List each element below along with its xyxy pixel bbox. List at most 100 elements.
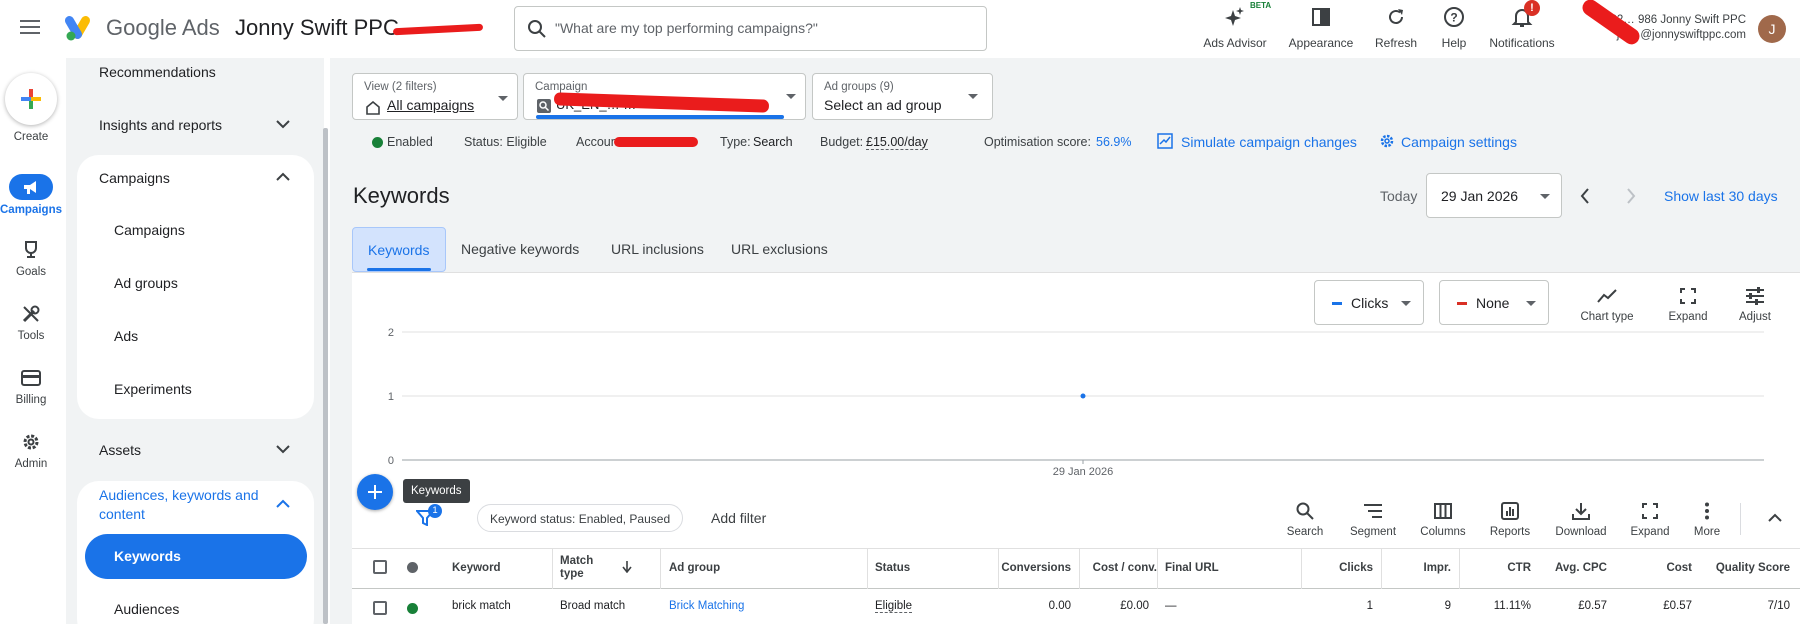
sidebar-item-audiences-section[interactable]: Audiences, keywords and content	[99, 486, 269, 524]
help-icon: ?	[1426, 4, 1482, 30]
col-match-type-line-1[interactable]: Match	[560, 555, 593, 567]
sidebar-item-recommendations[interactable]: Recommendations	[99, 64, 216, 80]
tab-url-inclusions[interactable]: URL inclusions	[611, 227, 704, 272]
y-tick-label: 2	[388, 327, 394, 339]
cell-keyword[interactable]: brick match	[452, 600, 511, 612]
sort-arrow-down-icon[interactable]	[622, 561, 632, 573]
date-picker[interactable]: 29 Jan 2026	[1426, 173, 1562, 218]
sidebar-item-experiments[interactable]: Experiments	[114, 381, 192, 397]
sidebar-scrollbar[interactable]	[323, 128, 328, 624]
home-icon	[366, 101, 380, 115]
reports-icon	[1482, 499, 1538, 523]
rail-billing[interactable]: Billing	[0, 366, 62, 406]
sidebar-item-ads[interactable]: Ads	[114, 328, 138, 344]
refresh-button[interactable]: Refresh	[1366, 4, 1426, 50]
y-tick-label: 1	[388, 391, 394, 403]
eligibility-status: Status: Eligible	[464, 135, 547, 149]
ad-group-selector[interactable]: Ad groups (9) Select an ad group	[812, 73, 993, 120]
chart-trend-icon	[1157, 133, 1173, 149]
col-match-type-line-2[interactable]: type	[560, 568, 584, 580]
chart-expand-button[interactable]: Expand	[1658, 284, 1718, 323]
col-cost[interactable]: Cost	[1630, 562, 1692, 574]
sidebar-item-audiences[interactable]: Audiences	[114, 601, 179, 617]
rail-goals[interactable]: Goals	[0, 238, 62, 278]
select-all-checkbox[interactable]	[373, 560, 387, 574]
col-avg-cpc[interactable]: Avg. CPC	[1540, 562, 1607, 574]
sidebar-item-assets[interactable]: Assets	[99, 442, 141, 458]
tab-url-exclusions[interactable]: URL exclusions	[731, 227, 828, 272]
filter-chip[interactable]: Keyword status: Enabled, Paused	[477, 504, 683, 532]
col-ad-group[interactable]: Ad group	[669, 562, 720, 574]
table-expand-button[interactable]: Expand	[1622, 499, 1678, 538]
col-conversions[interactable]: Conversions	[1000, 562, 1071, 574]
col-clicks[interactable]: Clicks	[1320, 562, 1373, 574]
simulate-campaign-changes-link[interactable]: Simulate campaign changes	[1181, 134, 1357, 150]
cell-status[interactable]: Eligible	[875, 600, 913, 613]
expand-icon	[1622, 499, 1678, 523]
chevron-up-icon[interactable]	[276, 172, 290, 182]
collapse-chevron-icon[interactable]	[1768, 513, 1782, 523]
table-search-button[interactable]: Search	[1280, 499, 1330, 538]
col-cost-per-conv[interactable]: Cost / conv.	[1082, 562, 1157, 574]
campaign-selector[interactable]: Campaign UK_EN_… …	[523, 73, 806, 120]
segment-button[interactable]: Segment	[1343, 499, 1403, 538]
hamburger-menu-icon[interactable]	[20, 19, 40, 35]
sidebar-item-campaigns[interactable]: Campaigns	[114, 222, 185, 238]
col-keyword[interactable]: Keyword	[452, 562, 501, 574]
metric-2-selector[interactable]: None	[1439, 280, 1549, 325]
appearance-button[interactable]: Appearance	[1282, 4, 1360, 50]
chart-type-button[interactable]: Chart type	[1574, 284, 1640, 323]
tab-negative-keywords[interactable]: Negative keywords	[461, 227, 579, 272]
y-tick-label: 0	[388, 455, 394, 467]
col-impressions[interactable]: Impr.	[1393, 562, 1451, 574]
reports-button[interactable]: Reports	[1482, 499, 1538, 538]
budget-value[interactable]: £15.00/day	[866, 135, 928, 150]
notifications-button[interactable]: Notifications	[1482, 4, 1562, 50]
chevron-up-icon[interactable]	[276, 499, 290, 509]
cell-cost-per-conv: £0.00	[1120, 600, 1149, 612]
show-last-30-days-link[interactable]: Show last 30 days	[1664, 188, 1778, 204]
create-button[interactable]	[5, 73, 57, 125]
chevron-right-icon[interactable]	[1626, 188, 1636, 204]
columns-button[interactable]: Columns	[1413, 499, 1473, 538]
sidebar-item-keywords-active[interactable]: Keywords	[85, 534, 307, 579]
top-bar: Google Ads Jonny Swift PPC "What are my …	[0, 0, 1800, 58]
optimisation-value[interactable]: 56.9%	[1096, 135, 1131, 149]
google-ads-wordmark: Google Ads	[106, 15, 220, 41]
add-filter-button[interactable]: Add filter	[711, 510, 766, 526]
line-chart-icon	[1574, 284, 1640, 308]
cell-ad-group[interactable]: Brick Matching	[669, 600, 744, 612]
rail-admin[interactable]: Admin	[0, 430, 62, 470]
avatar[interactable]: J	[1758, 15, 1786, 43]
metric-1-swatch	[1332, 302, 1342, 305]
ad-group-selector-label: Ad groups (9)	[824, 81, 894, 93]
ads-advisor-button[interactable]: Ads Advisor	[1196, 4, 1274, 50]
redaction-mark	[392, 23, 484, 36]
sidebar-item-ad-groups[interactable]: Ad groups	[114, 275, 178, 291]
search-bar[interactable]: "What are my top performing campaigns?"	[514, 6, 987, 51]
row-checkbox[interactable]	[373, 601, 387, 615]
add-keyword-fab[interactable]	[357, 474, 393, 510]
chevron-left-icon[interactable]	[1580, 188, 1590, 204]
campaign-settings-link[interactable]: Campaign settings	[1401, 134, 1517, 150]
col-final-url[interactable]: Final URL	[1165, 562, 1219, 574]
tab-keywords[interactable]: Keywords	[352, 227, 446, 272]
cell-final-url: —	[1165, 600, 1177, 612]
view-selector[interactable]: View (2 filters) All campaigns	[352, 73, 518, 120]
col-ctr[interactable]: CTR	[1470, 562, 1531, 574]
metric-1-selector[interactable]: Clicks	[1314, 280, 1424, 325]
rail-campaigns[interactable]: Campaigns	[0, 174, 62, 216]
sidebar-campaigns-group	[77, 155, 314, 419]
chart-adjust-button[interactable]: Adjust	[1728, 284, 1782, 323]
more-button[interactable]: More	[1684, 499, 1730, 538]
col-quality-score[interactable]: Quality Score	[1698, 562, 1790, 574]
col-status[interactable]: Status	[875, 562, 910, 574]
chevron-down-icon[interactable]	[276, 119, 290, 129]
sidebar-item-insights[interactable]: Insights and reports	[99, 117, 222, 133]
download-button[interactable]: Download	[1547, 499, 1615, 538]
chevron-down-icon[interactable]	[276, 444, 290, 454]
help-button[interactable]: ? Help	[1426, 4, 1482, 50]
sidebar-item-campaigns-section[interactable]: Campaigns	[99, 170, 170, 186]
rail-tools[interactable]: Tools	[0, 302, 62, 342]
account-name[interactable]: Jonny Swift PPC	[235, 15, 399, 41]
